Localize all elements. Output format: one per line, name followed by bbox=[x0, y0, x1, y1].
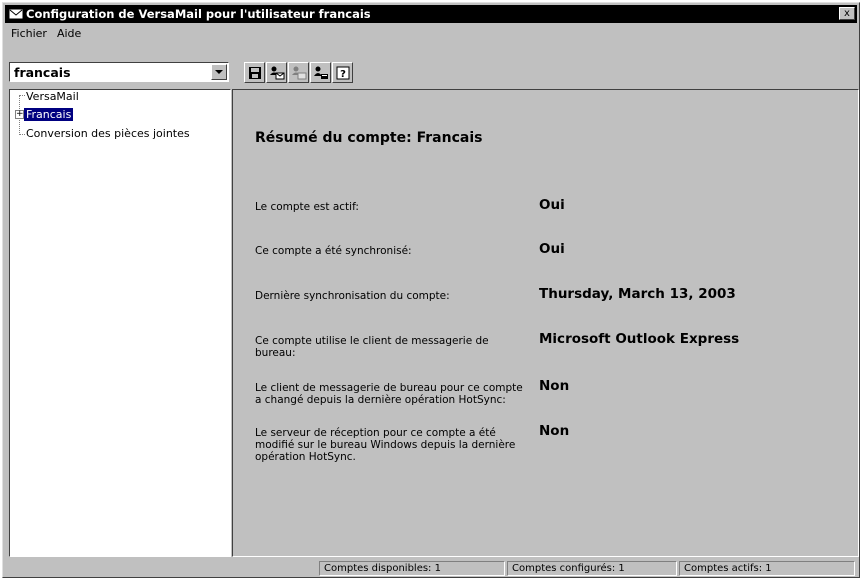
value-server-modified: Non bbox=[539, 423, 570, 439]
tree-connector bbox=[19, 134, 25, 135]
delete-account-icon[interactable] bbox=[288, 62, 309, 83]
label-server-modified: Le serveur de réception pour ce compte a… bbox=[255, 427, 516, 463]
svg-text:?: ? bbox=[340, 69, 346, 80]
value-synchronized: Oui bbox=[539, 241, 565, 257]
help-icon[interactable]: ? bbox=[332, 62, 353, 83]
account-tree: VersaMail + Francais Conversion des pièc… bbox=[9, 89, 231, 557]
close-button[interactable]: x bbox=[839, 7, 855, 20]
save-icon[interactable] bbox=[244, 62, 265, 83]
add-account-icon[interactable] bbox=[266, 62, 287, 83]
value-desktop-client: Microsoft Outlook Express bbox=[539, 331, 740, 347]
expand-icon[interactable]: + bbox=[15, 110, 24, 119]
window-title: Configuration de VersaMail pour l'utilis… bbox=[26, 7, 371, 21]
title-bar[interactable]: Configuration de VersaMail pour l'utilis… bbox=[5, 5, 857, 23]
value-last-sync: Thursday, March 13, 2003 bbox=[539, 286, 736, 302]
tree-connector bbox=[19, 95, 25, 96]
toolbar: ? bbox=[244, 62, 353, 84]
app-window: Configuration de VersaMail pour l'utilis… bbox=[2, 2, 860, 578]
user-select[interactable]: francais bbox=[9, 62, 229, 82]
value-active: Oui bbox=[539, 197, 565, 213]
label-client-changed: Le client de messagerie de bureau pour c… bbox=[255, 382, 523, 406]
tree-item-conversion[interactable]: Conversion des pièces jointes bbox=[26, 127, 190, 140]
status-active-accounts: Comptes actifs: 1 bbox=[679, 561, 855, 576]
tree-item-label: VersaMail bbox=[26, 90, 79, 103]
tree-item-label: Francais bbox=[24, 108, 74, 121]
tree-item-francais[interactable]: Francais bbox=[24, 108, 74, 121]
menu-bar: Fichier Aide bbox=[7, 25, 855, 42]
menu-aide[interactable]: Aide bbox=[53, 27, 87, 40]
summary-title: Résumé du compte: Francais bbox=[255, 130, 483, 146]
account-summary-panel: Résumé du compte: Francais Le compte est… bbox=[232, 89, 859, 557]
account-settings-icon[interactable] bbox=[310, 62, 331, 83]
tree-item-versamail[interactable]: VersaMail bbox=[26, 90, 79, 103]
status-available-accounts: Comptes disponibles: 1 bbox=[319, 561, 505, 576]
status-bar: Comptes disponibles: 1 Comptes configuré… bbox=[7, 559, 855, 576]
label-last-sync: Dernière synchronisation du compte: bbox=[255, 290, 450, 302]
status-configured-accounts: Comptes configurés: 1 bbox=[507, 561, 677, 576]
mail-app-icon bbox=[9, 8, 23, 20]
label-desktop-client: Ce compte utilise le client de messageri… bbox=[255, 335, 489, 359]
chevron-down-icon[interactable] bbox=[211, 64, 227, 80]
label-synchronized: Ce compte a été synchronisé: bbox=[255, 245, 412, 257]
value-client-changed: Non bbox=[539, 378, 570, 394]
tree-item-label: Conversion des pièces jointes bbox=[26, 127, 190, 140]
label-active: Le compte est actif: bbox=[255, 201, 359, 213]
menu-fichier[interactable]: Fichier bbox=[7, 27, 53, 40]
user-select-value: francais bbox=[14, 65, 71, 80]
